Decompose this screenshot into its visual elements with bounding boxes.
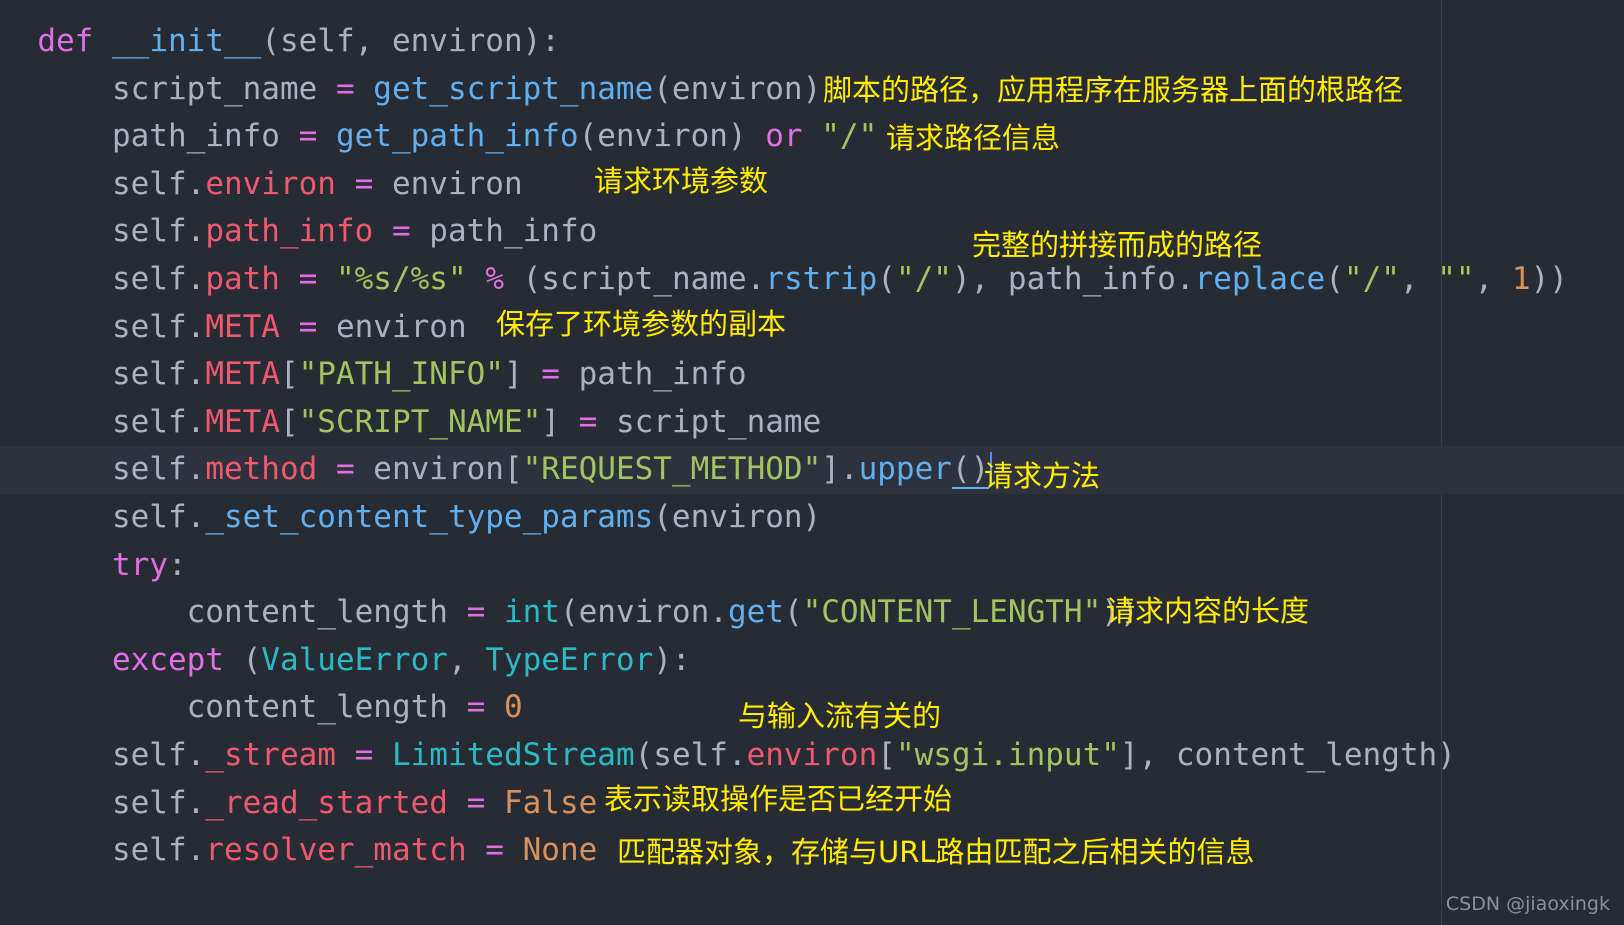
token-keyword-false: False xyxy=(503,784,598,821)
token-keyword-or: or xyxy=(765,118,803,155)
token-attr-environ: environ xyxy=(205,165,336,202)
token-function-upper: upper xyxy=(858,451,952,488)
token-attr-method: method xyxy=(205,451,318,488)
code-line-1[interactable]: def __init__(self, environ): xyxy=(0,18,1624,66)
token-class-limitedstream: LimitedStream xyxy=(391,736,635,773)
annotation-full-path: 完整的拼接而成的路径 xyxy=(972,228,1263,262)
code-line-7[interactable]: self.META = environ xyxy=(0,304,1624,352)
code-line-8[interactable]: self.META["PATH_INFO"] = path_info xyxy=(0,351,1624,399)
annotation-content-length: 请求内容的长度 xyxy=(1106,594,1310,628)
code-content[interactable]: def __init__(self, environ): script_name… xyxy=(0,0,1624,875)
code-editor-screenshot: def __init__(self, environ): script_name… xyxy=(0,0,1624,925)
token-attr-path: path xyxy=(205,260,280,297)
code-line-16[interactable]: self._stream = LimitedStream(self.enviro… xyxy=(0,732,1624,780)
token-function-get: get xyxy=(727,594,784,631)
token-attr-meta: META xyxy=(205,308,280,345)
code-line-4[interactable]: self.environ = environ xyxy=(0,161,1624,209)
token-function-set-content-type-params: _set_content_type_params xyxy=(205,498,654,535)
token-keyword-def: def xyxy=(37,23,94,59)
code-line-13[interactable]: content_length = int(environ.get("CONTEN… xyxy=(0,589,1624,637)
annotation-read-started: 表示读取操作是否已经开始 xyxy=(604,782,953,816)
annotation-input-stream: 与输入流有关的 xyxy=(738,699,942,733)
annotation-resolver-match: 匹配器对象，存储与URL路由匹配之后相关的信息 xyxy=(617,835,1255,869)
token-keyword-try: try xyxy=(111,546,168,583)
token-string-request-method-key: "REQUEST_METHOD" xyxy=(522,451,822,488)
annotation-request-method: 请求方法 xyxy=(984,459,1101,493)
token-keyword-none: None xyxy=(522,832,598,869)
token-attr-stream: _stream xyxy=(205,736,336,773)
code-line-12[interactable]: try: xyxy=(0,542,1624,590)
token-string-content-length-key: "CONTENT_LENGTH" xyxy=(802,594,1102,631)
token-builtin-int: int xyxy=(503,594,560,631)
annotation-script-path: 脚本的路径，应用程序在服务器上面的根路径 xyxy=(823,73,1404,107)
token-function-replace: replace xyxy=(1194,260,1326,297)
token-attr-path-info: path_info xyxy=(205,213,374,250)
token-string-path-info-key: "PATH_INFO" xyxy=(298,356,504,393)
watermark: CSDN @jiaoxingk xyxy=(1445,893,1610,915)
token-number-zero: 0 xyxy=(503,689,523,726)
annotation-meta-copy: 保存了环境参数的副本 xyxy=(496,307,787,341)
token-class-valueerror: ValueError xyxy=(261,641,448,678)
token-function-rstrip: rstrip xyxy=(765,260,878,297)
token-keyword-except: except xyxy=(111,641,224,678)
token-string-slash: "/" xyxy=(821,118,878,155)
token-function-init: __init__ xyxy=(112,23,262,59)
code-line-3[interactable]: path_info = get_path_info(environ) or "/… xyxy=(0,113,1624,161)
code-line-6[interactable]: self.path = "%s/%s" % (script_name.rstri… xyxy=(0,256,1624,304)
code-line-11[interactable]: self._set_content_type_params(environ) xyxy=(0,494,1624,542)
code-line-5[interactable]: self.path_info = path_info xyxy=(0,208,1624,256)
annotation-environ: 请求环境参数 xyxy=(594,164,769,198)
token-class-typeerror: TypeError xyxy=(485,641,654,678)
token-function-get-path-info: get_path_info xyxy=(335,118,579,155)
token-attr-resolver-match: resolver_match xyxy=(205,832,467,869)
token-attr-read-started: _read_started xyxy=(205,784,448,821)
code-line-10-active[interactable]: self.method = environ["REQUEST_METHOD"].… xyxy=(0,446,1624,494)
token-string-wsgi-input: "wsgi.input" xyxy=(895,736,1120,773)
token-function-get-script-name: get_script_name xyxy=(373,70,654,107)
token-string-script-name-key: "SCRIPT_NAME" xyxy=(298,403,542,440)
annotation-path-info: 请求路径信息 xyxy=(886,121,1061,155)
code-line-9[interactable]: self.META["SCRIPT_NAME"] = script_name xyxy=(0,399,1624,447)
code-line-14[interactable]: except (ValueError, TypeError): xyxy=(0,637,1624,685)
